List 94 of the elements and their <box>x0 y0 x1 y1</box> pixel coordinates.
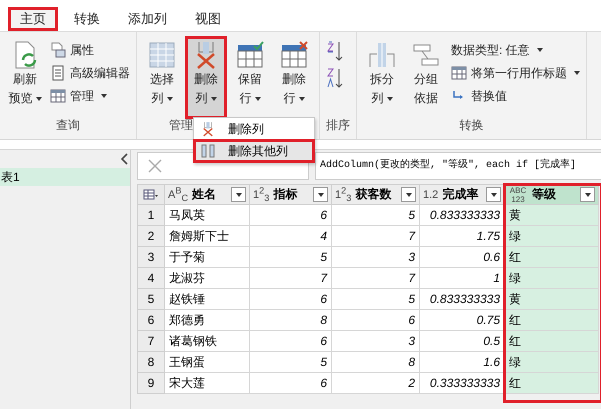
columns-icon <box>200 143 216 159</box>
delete-rows-icon <box>279 40 309 70</box>
collapse-icon[interactable] <box>121 153 129 165</box>
ribbon-button[interactable]: 替换值 <box>451 86 580 106</box>
row-number: 5 <box>137 289 165 310</box>
table-cell: 诸葛钢铁 <box>165 331 250 352</box>
ribbon-button[interactable]: 拆分列 <box>363 38 401 117</box>
formula-text[interactable]: AddColumn(更改的类型, "等级", each if [完成率] <box>315 152 601 180</box>
ribbon-button[interactable]: 管理 <box>50 86 130 106</box>
filter-button[interactable] <box>580 187 595 202</box>
row-number: 3 <box>137 247 165 268</box>
table-cell: 红 <box>505 331 599 352</box>
table-cell: 3 <box>332 331 420 352</box>
table-cell: 绿 <box>505 226 599 247</box>
menu-item[interactable]: 删除其他列 <box>194 140 314 162</box>
properties-icon <box>50 42 66 58</box>
table-cell: 龙淑芬 <box>165 268 250 289</box>
ribbon-button[interactable]: 保留行 <box>231 38 269 117</box>
column-name: 姓名 <box>192 186 216 203</box>
row-number: 4 <box>137 268 165 289</box>
row-number: 8 <box>137 352 165 373</box>
filter-button[interactable] <box>231 187 246 202</box>
ribbon-button[interactable]: 高级编辑器 <box>50 63 130 83</box>
filter-button[interactable] <box>401 187 416 202</box>
row-number: 7 <box>137 331 165 352</box>
table-cell: 7 <box>250 268 332 289</box>
table-cell: 3 <box>332 247 420 268</box>
table-cell: 马凤英 <box>165 205 250 226</box>
column-name: 指标 <box>273 186 298 203</box>
table-cell: 5 <box>250 352 332 373</box>
ribbon-button[interactable]: 删除行 <box>275 38 313 117</box>
query-item[interactable]: 表1 <box>0 168 130 186</box>
table-cell: 8 <box>332 352 420 373</box>
table-cell: 8 <box>250 310 332 331</box>
column-name: 等级 <box>532 186 556 203</box>
ribbon-button[interactable]: 删除列 <box>187 38 225 117</box>
table-cell: 红 <box>505 310 599 331</box>
group-label: 管理 <box>169 117 193 133</box>
table-cell: 6 <box>250 205 332 226</box>
type-label: ABC 123 <box>508 186 528 204</box>
keep-rows-icon <box>235 40 265 70</box>
table-icon <box>147 40 177 70</box>
table-cell: 5 <box>250 247 332 268</box>
table-cell: 7 <box>332 226 420 247</box>
table-cell: 红 <box>505 373 599 394</box>
split-column-icon <box>367 40 397 70</box>
script-icon <box>50 65 66 81</box>
column-name: 获客数 <box>355 186 392 203</box>
ribbon-button[interactable]: 选择列 <box>143 38 181 117</box>
column-header[interactable]: 1$^{2}$$_{3}$ 获客数 <box>332 184 420 205</box>
row-number: 6 <box>137 310 165 331</box>
group-label: 查询 <box>56 117 80 133</box>
table-cell: 4 <box>250 226 332 247</box>
table-cell: 黄 <box>505 289 599 310</box>
table-cell: 红 <box>505 247 599 268</box>
table-icon <box>50 88 66 104</box>
ribbon-button[interactable]: 属性 <box>50 40 130 60</box>
ribbon-button[interactable]: 将第一行用作标题 <box>451 63 580 83</box>
table-cell: 黄 <box>505 205 599 226</box>
row-number: 9 <box>137 373 165 394</box>
table-cell: 6 <box>250 289 332 310</box>
table-cell: 5 <box>332 205 420 226</box>
menu-item[interactable]: 删除列 <box>194 118 314 140</box>
table-cell: 詹姆斯下士 <box>165 226 250 247</box>
ribbon-button[interactable]: 刷新预览 <box>6 38 44 117</box>
column-header[interactable]: A$^{B}$$_{C}$ 姓名 <box>165 184 250 205</box>
table-cell: 7 <box>332 268 420 289</box>
table-cell: 2 <box>332 373 420 394</box>
table-cell: 于予菊 <box>165 247 250 268</box>
group-label: 转换 <box>460 117 484 133</box>
table-cell: 6 <box>332 310 420 331</box>
filter-button[interactable] <box>313 187 328 202</box>
ribbon-button[interactable]: 数据类型: 任意 <box>451 40 580 60</box>
type-label: 1.2 <box>423 188 438 200</box>
ribbon-tab[interactable]: 主页 <box>8 7 58 31</box>
ribbon-button[interactable]: 分组依据 <box>407 38 445 117</box>
table-cell: 宋大莲 <box>165 373 250 394</box>
group-label: 排序 <box>326 117 350 133</box>
row-number: 2 <box>137 226 165 247</box>
table-cell: 赵铁锤 <box>165 289 250 310</box>
table-cell: 绿 <box>505 268 599 289</box>
table-cell: 绿 <box>505 352 599 373</box>
filter-button[interactable] <box>486 187 501 202</box>
table-menu-icon[interactable] <box>137 184 165 205</box>
row-number: 1 <box>137 205 165 226</box>
table-cell: 6 <box>250 331 332 352</box>
table-cell: 王钢蛋 <box>165 352 250 373</box>
column-header[interactable]: 1.2 完成率 <box>420 184 505 205</box>
column-header[interactable]: 1$^{2}$$_{3}$ 指标 <box>250 184 332 205</box>
table-cell: 6 <box>250 373 332 394</box>
table-icon <box>451 65 467 81</box>
column-name: 完成率 <box>442 186 478 203</box>
table-cell: 郑德勇 <box>165 310 250 331</box>
table-cell: 5 <box>332 289 420 310</box>
